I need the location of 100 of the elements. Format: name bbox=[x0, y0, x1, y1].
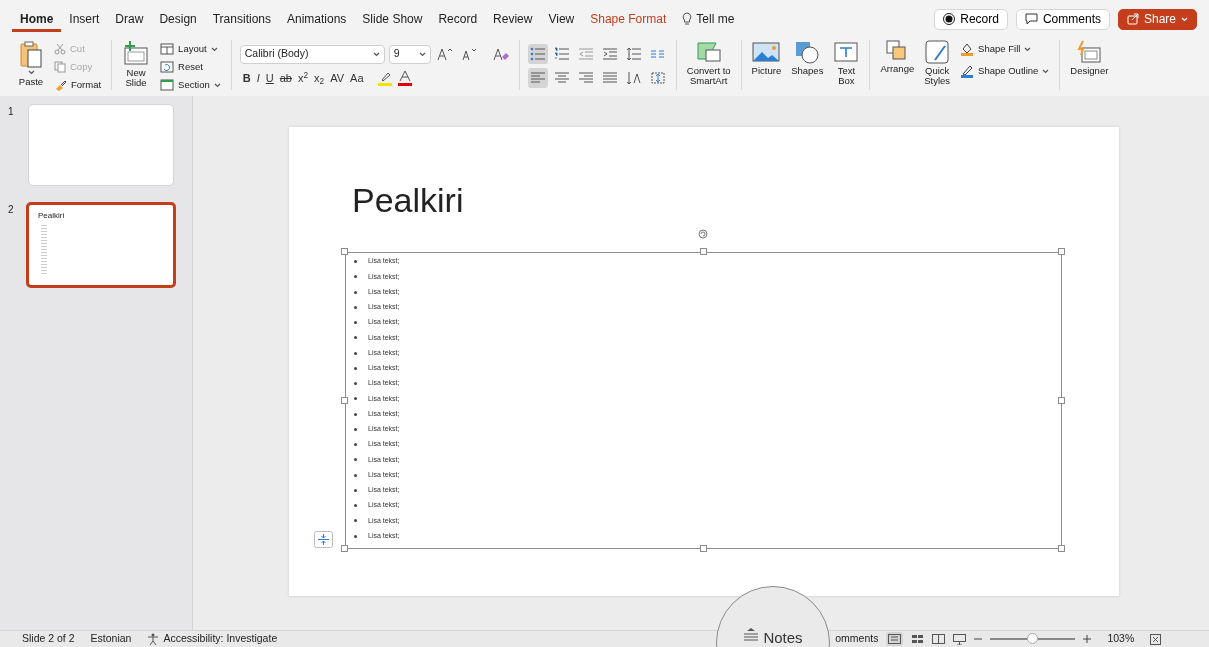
bullet-icon bbox=[354, 397, 357, 401]
shape-outline-button[interactable]: Shape Outline bbox=[958, 62, 1052, 80]
font-name-dropdown[interactable]: Calibri (Body) bbox=[239, 44, 385, 64]
ribbon-tab[interactable]: Draw bbox=[107, 6, 152, 32]
new-slide-icon bbox=[122, 40, 151, 66]
superscript-button[interactable]: x$^{2}$ bbox=[295, 68, 312, 88]
ribbon-tab[interactable]: Slide Show bbox=[354, 6, 431, 32]
convert-smartart-button[interactable]: Convert to SmartArt bbox=[684, 40, 733, 87]
subscript-button[interactable]: x$_{2}$ bbox=[311, 68, 328, 88]
notes-icon bbox=[743, 627, 760, 641]
paste-button[interactable]: Paste bbox=[16, 40, 46, 88]
layout-button[interactable]: Layout bbox=[158, 40, 223, 58]
caret-icon bbox=[1024, 46, 1032, 52]
change-case-button[interactable]: Aa bbox=[347, 68, 367, 88]
designer-button[interactable]: Designer bbox=[1068, 40, 1111, 77]
zoom-thumb[interactable] bbox=[1026, 633, 1038, 644]
slide-thumbnail[interactable] bbox=[28, 104, 174, 186]
bullet-icon bbox=[354, 351, 357, 355]
format-painter-button[interactable]: Format bbox=[52, 76, 104, 94]
resize-handle[interactable] bbox=[699, 545, 707, 552]
ribbon-tab[interactable]: Insert bbox=[61, 6, 108, 32]
bullet-icon bbox=[354, 321, 357, 325]
slide-thumbnail[interactable]: Pealkiri bbox=[26, 202, 176, 288]
ribbon-tab[interactable]: Home bbox=[12, 6, 62, 32]
reading-view-icon[interactable] bbox=[932, 634, 946, 644]
ribbon-tab[interactable]: Record bbox=[430, 6, 486, 32]
arrange-icon bbox=[886, 40, 909, 62]
character-spacing-button[interactable]: AV bbox=[327, 68, 348, 88]
lightbulb-icon bbox=[682, 12, 693, 26]
resize-handle[interactable] bbox=[1058, 248, 1065, 255]
caret-icon bbox=[418, 51, 426, 57]
caret-icon bbox=[1042, 68, 1050, 74]
caret-icon bbox=[210, 46, 218, 52]
bullet-icon bbox=[354, 275, 357, 279]
zoom-in-icon[interactable] bbox=[1083, 635, 1092, 643]
thumbnail-title: Pealkiri bbox=[38, 210, 65, 222]
bullets-icon[interactable] bbox=[527, 44, 548, 64]
accessibility-button[interactable]: Accessibility: Investigate bbox=[147, 631, 278, 647]
arrange-button[interactable]: Arrange bbox=[878, 40, 917, 75]
bullet-icon bbox=[354, 519, 357, 523]
resize-handle[interactable] bbox=[341, 545, 348, 552]
bullet-icon bbox=[354, 504, 357, 508]
bullet-icon bbox=[354, 412, 357, 416]
layout-icon bbox=[160, 43, 175, 55]
resize-handle[interactable] bbox=[699, 248, 707, 255]
bullet-icon bbox=[354, 305, 357, 309]
strikethrough-button[interactable]: ab bbox=[276, 68, 295, 88]
grid-view-icon[interactable] bbox=[911, 634, 925, 644]
bold-button[interactable]: B bbox=[239, 68, 254, 88]
resize-handle[interactable] bbox=[341, 396, 348, 404]
slideshow-icon[interactable] bbox=[953, 633, 967, 645]
autofit-icon[interactable] bbox=[314, 531, 333, 548]
picture-button[interactable]: Picture bbox=[749, 40, 784, 77]
comments-button[interactable]: Comments bbox=[1015, 8, 1110, 30]
normal-view-icon[interactable] bbox=[886, 632, 904, 646]
slide-number: 1 bbox=[8, 105, 15, 119]
zoom-out-icon[interactable] bbox=[974, 635, 983, 643]
rotate-handle-icon[interactable] bbox=[698, 229, 708, 239]
shapes-button[interactable]: Shapes bbox=[789, 40, 826, 77]
tell-me-button[interactable]: Tell me bbox=[674, 6, 743, 32]
fit-to-window-icon[interactable] bbox=[1150, 633, 1162, 645]
bullet-icon bbox=[354, 336, 357, 340]
caret-icon bbox=[1181, 16, 1188, 22]
resize-handle[interactable] bbox=[1058, 545, 1065, 552]
text-box-button[interactable]: Text Box bbox=[831, 40, 862, 87]
record-icon bbox=[943, 13, 956, 25]
accessibility-icon bbox=[147, 633, 160, 645]
ribbon-tab[interactable]: Animations bbox=[279, 6, 355, 32]
comments-button[interactable]: omments bbox=[835, 631, 879, 647]
share-button[interactable]: Share bbox=[1117, 8, 1197, 30]
section-button[interactable]: Section bbox=[158, 76, 223, 94]
comment-icon bbox=[1024, 13, 1038, 25]
paint-bucket-icon bbox=[960, 42, 975, 56]
caret-icon bbox=[27, 70, 35, 75]
font-size-dropdown[interactable]: 9 bbox=[388, 44, 431, 64]
ribbon-tab[interactable]: View bbox=[540, 6, 583, 32]
notes-button[interactable]: Notes bbox=[743, 627, 803, 647]
resize-handle[interactable] bbox=[341, 248, 348, 255]
reset-button[interactable]: Reset bbox=[158, 58, 223, 76]
italic-button[interactable]: I bbox=[253, 68, 263, 88]
bullet-icon bbox=[354, 382, 357, 386]
shape-fill-button[interactable]: Shape Fill bbox=[958, 40, 1052, 58]
quick-styles-button[interactable]: Quick Styles bbox=[922, 40, 953, 87]
ribbon-tab[interactable]: Shape Format bbox=[582, 6, 675, 32]
slide-number: 2 bbox=[8, 203, 15, 217]
bullet-icon bbox=[354, 366, 357, 370]
new-slide-button[interactable]: New Slide bbox=[120, 40, 153, 89]
copy-icon bbox=[54, 61, 66, 73]
bullet-icon bbox=[354, 290, 357, 294]
align-icon[interactable] bbox=[527, 68, 548, 88]
section-icon bbox=[160, 79, 175, 91]
record-button[interactable]: Record bbox=[934, 8, 1008, 30]
caret-icon bbox=[213, 82, 221, 88]
zoom-percentage[interactable]: 103% bbox=[1107, 631, 1135, 647]
ribbon-tab[interactable]: Design bbox=[151, 6, 205, 32]
language-indicator[interactable]: Estonian bbox=[90, 631, 132, 647]
ribbon-tab[interactable]: Transitions bbox=[204, 6, 279, 32]
ribbon-tab[interactable]: Review bbox=[485, 6, 541, 32]
underline-button[interactable]: U bbox=[262, 68, 277, 88]
resize-handle[interactable] bbox=[1058, 396, 1065, 404]
